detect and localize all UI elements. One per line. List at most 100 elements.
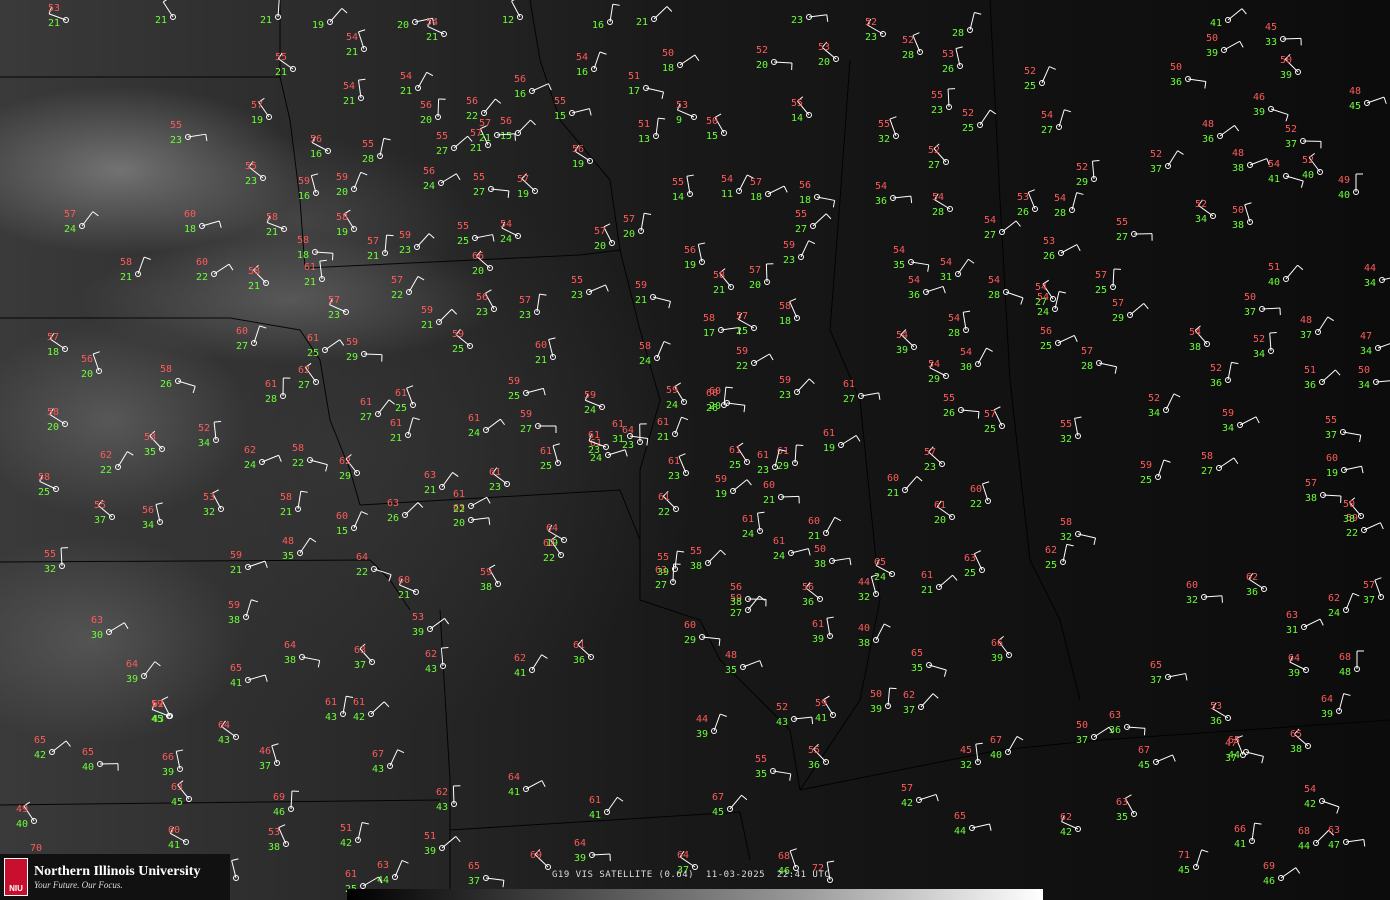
station-temperature: 57 xyxy=(367,236,379,247)
station-dewpoint: 23 xyxy=(328,310,340,321)
wind-barb-feather xyxy=(757,511,765,514)
station-plot: 5938 xyxy=(228,599,259,626)
station-plot: 6745 xyxy=(1138,745,1176,771)
wind-barb-feather xyxy=(719,713,727,717)
station-plot: 6537 xyxy=(1150,660,1188,686)
wind-barb-feather xyxy=(507,190,510,198)
wind-barb-feather xyxy=(264,674,268,682)
station-plot: 4639 xyxy=(1253,92,1289,122)
station-dewpoint: 24 xyxy=(423,181,435,192)
station-plot: 5532 xyxy=(878,116,899,145)
station-temperature: 50 xyxy=(1170,62,1182,73)
station-plot: 5335 xyxy=(144,430,165,458)
station-temperature: 60 xyxy=(336,511,348,522)
station-dewpoint: 36 xyxy=(1210,716,1222,727)
station-temperature: 55 xyxy=(275,52,287,63)
wind-barb-feather xyxy=(698,242,706,245)
station-temperature: 57 xyxy=(517,174,529,185)
station-plot: 5721 xyxy=(367,234,394,262)
station-dewpoint: 28 xyxy=(1054,208,1066,219)
station-dewpoint: 18 xyxy=(750,192,762,203)
station-temperature: 58 xyxy=(779,301,791,312)
station-dewpoint: 28 xyxy=(948,328,960,339)
station-temperature: 57 xyxy=(1363,580,1375,591)
station-temperature: 58 xyxy=(297,235,309,246)
station-plot: 5724 xyxy=(64,209,99,235)
station-temperature: 65 xyxy=(874,557,886,568)
station-plot: 5921 xyxy=(421,305,458,331)
wind-barb-feather xyxy=(1076,244,1081,251)
wind-barb-feather xyxy=(1185,673,1188,681)
station-dewpoint: 18 xyxy=(184,224,196,235)
station-plot: 6027 xyxy=(236,325,267,352)
station-dewpoint: 25 xyxy=(962,123,974,134)
station-plot: 5620 xyxy=(81,351,102,380)
station-temperature: 52 xyxy=(1195,199,1207,210)
station-temperature: 54 xyxy=(960,347,972,358)
station-dewpoint: 21 xyxy=(470,143,482,154)
station-plot: 5034 xyxy=(1358,365,1390,391)
wind-barb-feather xyxy=(769,353,774,361)
station-dewpoint: 29 xyxy=(1112,313,1124,324)
wind-barb-feather xyxy=(1093,537,1097,545)
wind-barb-feather xyxy=(1295,867,1301,874)
wind-barb-feather xyxy=(401,859,409,864)
station-dewpoint: 36 xyxy=(1170,77,1182,88)
station-plot: 5616 xyxy=(310,134,331,160)
station-dewpoint: 34 xyxy=(1364,278,1376,289)
wind-barb-feather xyxy=(1363,839,1366,847)
station-temperature: 57 xyxy=(1305,478,1317,489)
station-dewpoint: 9 xyxy=(676,115,682,126)
station-dewpoint: 26 xyxy=(942,64,954,75)
station-temperature: 62 xyxy=(425,649,437,660)
station-plot: 6222 xyxy=(543,535,564,564)
station-temperature: 52 xyxy=(1253,334,1265,345)
station-dewpoint: 18 xyxy=(297,250,309,261)
station-dewpoint: 20 xyxy=(594,241,606,252)
station-dewpoint: 23 xyxy=(783,255,795,266)
station-dewpoint: 25 xyxy=(964,568,976,579)
station-plot: 4940 xyxy=(16,801,37,830)
station-plot: 5441 xyxy=(1268,159,1304,188)
station-dewpoint: 15 xyxy=(554,111,566,122)
station-dewpoint: 25 xyxy=(452,344,464,355)
station-dewpoint: 23 xyxy=(476,307,488,318)
station-dewpoint: 28 xyxy=(265,394,277,405)
station-dewpoint: 36 xyxy=(802,597,814,608)
station-plot: 6331 xyxy=(1286,610,1324,636)
station-temperature: 60 xyxy=(808,516,820,527)
station-dewpoint: 37 xyxy=(1244,307,1256,318)
station-temperature: 54 xyxy=(875,181,887,192)
station-temperature: 59 xyxy=(815,698,827,709)
station-temperature: 65 xyxy=(1228,735,1240,746)
station-dewpoint: 21 xyxy=(887,488,899,499)
station-plot: 5925 xyxy=(1140,459,1171,486)
station-plot: 5619 xyxy=(684,242,706,271)
wind-barb-feather xyxy=(451,308,458,315)
station-plot: 4835 xyxy=(282,536,317,562)
station-plot: 5237 xyxy=(1150,149,1184,175)
station-temperature: 59 xyxy=(421,305,433,316)
station-plot: 5039 xyxy=(1280,53,1301,81)
station-temperature: 57 xyxy=(1095,270,1107,281)
station-dewpoint: 23 xyxy=(931,105,943,116)
station-dewpoint: 20 xyxy=(472,266,484,277)
station-temperature: 61 xyxy=(353,697,365,708)
station-temperature: 55 xyxy=(571,275,583,286)
station-temperature: 54 xyxy=(400,71,412,82)
station-dewpoint: 39 xyxy=(1280,70,1292,81)
station-plot: 5527 xyxy=(795,209,832,235)
station-dewpoint: 31 xyxy=(612,434,624,445)
station-plot: 5925 xyxy=(508,376,546,402)
station-plot: 6441 xyxy=(508,772,546,798)
wind-barb-feather xyxy=(644,212,652,215)
station-temperature: 51 xyxy=(424,831,436,842)
wind-barb-feather xyxy=(759,660,763,668)
station-temperature: 57 xyxy=(391,275,403,286)
station-plot: 5514 xyxy=(791,96,812,124)
station-plot: 5223 xyxy=(865,17,886,43)
station-dewpoint: 43 xyxy=(325,712,337,723)
wind-barb-feather xyxy=(952,574,958,581)
station-temperature: 56 xyxy=(730,582,742,593)
wind-barb-feather xyxy=(388,399,395,405)
